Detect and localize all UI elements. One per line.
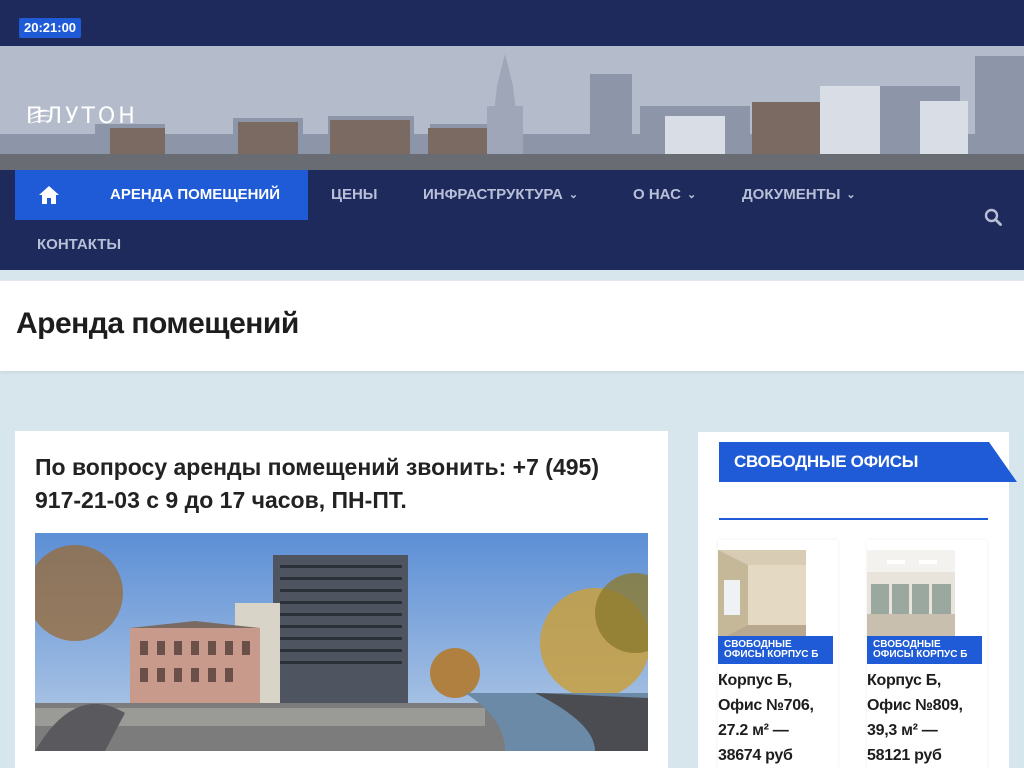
skyline-image bbox=[0, 46, 1024, 170]
nav-item-documents[interactable]: Документы ⌄ bbox=[742, 170, 856, 220]
building-photo bbox=[35, 533, 648, 751]
nav-item-about[interactable]: О нас ⌄ bbox=[633, 170, 696, 220]
office-category-badge[interactable]: Свободные офисы корпус Б bbox=[867, 636, 982, 664]
office-room-image bbox=[867, 550, 955, 640]
building-image bbox=[35, 533, 648, 751]
chevron-down-icon: ⌄ bbox=[686, 188, 697, 201]
nav-item-label: Цены bbox=[331, 186, 378, 203]
nav-item-label: Аренда помещений bbox=[110, 186, 280, 203]
nav-item-contacts[interactable]: Контакты bbox=[37, 220, 121, 270]
office-room-image bbox=[718, 550, 806, 640]
main-content-card: По вопросу аренды помещений звонить: +7 … bbox=[15, 431, 668, 768]
nav-item-label: Инфраструктура bbox=[423, 186, 563, 203]
page-title: Аренда помещений bbox=[16, 307, 299, 340]
main-nav: Аренда помещений Цены Инфраструктура ⌄ О… bbox=[0, 170, 1024, 270]
nav-item-rent[interactable]: Аренда помещений bbox=[82, 170, 308, 220]
contact-heading: По вопросу аренды помещений звонить: +7 … bbox=[35, 454, 599, 513]
search-button[interactable] bbox=[984, 208, 1002, 231]
divider bbox=[719, 518, 988, 520]
chevron-down-icon: ⌄ bbox=[568, 188, 579, 201]
sidebar-free-offices: Свободные офисы Свободные офисы корпус Б… bbox=[698, 432, 1017, 768]
office-title[interactable]: Корпус Б, Офис №809, 39,3 м² — 58121 руб bbox=[867, 668, 983, 768]
page-title-band: Аренда помещений bbox=[0, 280, 1024, 371]
nav-item-label: Контакты bbox=[37, 236, 122, 253]
nav-item-label: О нас bbox=[633, 186, 681, 203]
office-title[interactable]: Корпус Б, Офис №706, 27.2 м² — 38674 руб bbox=[718, 668, 834, 768]
sidebar-heading-label: Свободные офисы bbox=[734, 452, 919, 471]
office-card[interactable]: Свободные офисы корпус Б Корпус Б, Офис … bbox=[718, 540, 838, 768]
search-icon bbox=[984, 208, 1002, 226]
nav-item-infrastructure[interactable]: Инфраструктура ⌄ bbox=[423, 170, 578, 220]
nav-item-label: Документы bbox=[742, 186, 841, 203]
home-icon bbox=[38, 186, 59, 204]
office-category-badge[interactable]: Свободные офисы корпус Б bbox=[718, 636, 833, 664]
office-card[interactable]: Свободные офисы корпус Б Корпус Б, Офис … bbox=[867, 540, 987, 768]
nav-home[interactable] bbox=[15, 170, 82, 220]
top-bar: 20:21:00 bbox=[0, 0, 1024, 46]
office-thumbnail[interactable] bbox=[867, 550, 955, 640]
sidebar-heading: Свободные офисы bbox=[719, 442, 1017, 482]
logo-icon bbox=[28, 109, 54, 124]
chevron-down-icon: ⌄ bbox=[846, 188, 856, 201]
brand-logo[interactable]: ПЛУТОН bbox=[26, 104, 138, 129]
clock-badge: 20:21:00 bbox=[19, 18, 82, 38]
nav-item-prices[interactable]: Цены bbox=[331, 170, 377, 220]
office-thumbnail[interactable] bbox=[718, 550, 806, 640]
header-banner: ПЛУТОН bbox=[0, 46, 1024, 170]
